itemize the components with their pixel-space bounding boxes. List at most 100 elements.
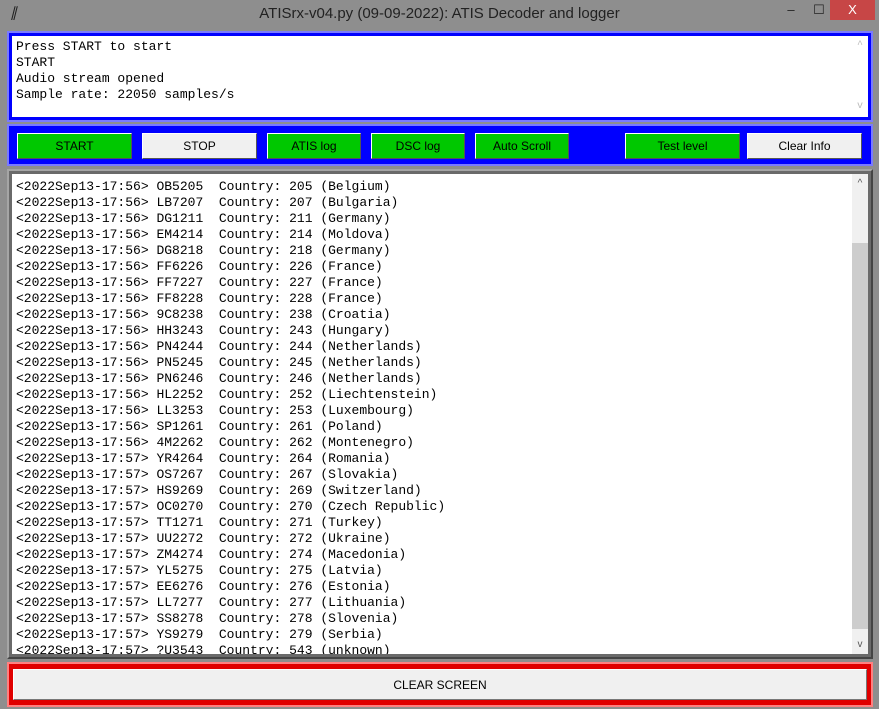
- log-row: <2022Sep13-17:57> YR4264 Country: 264 (R…: [16, 451, 852, 467]
- log-row: <2022Sep13-17:57> HS9269 Country: 269 (S…: [16, 483, 852, 499]
- log-station-id: FF6226: [156, 259, 204, 274]
- log-country-code: 246: [289, 371, 313, 386]
- log-row: <2022Sep13-17:57> UU2272 Country: 272 (U…: [16, 531, 852, 547]
- log-timestamp: <2022Sep13-17:57>: [16, 467, 149, 482]
- clear-info-button[interactable]: Clear Info: [747, 133, 862, 159]
- log-timestamp: <2022Sep13-17:57>: [16, 627, 149, 642]
- log-station-id: OB5205: [156, 179, 204, 194]
- log-country-name: (Lithuania): [320, 595, 407, 610]
- log-row: <2022Sep13-17:56> 9C8238 Country: 238 (C…: [16, 307, 852, 323]
- log-country-label: Country:: [218, 579, 282, 594]
- log-station-id: LB7207: [156, 195, 204, 210]
- log-country-code: 245: [289, 355, 313, 370]
- log-country-label: Country:: [218, 611, 282, 626]
- log-row: <2022Sep13-17:57> SS8278 Country: 278 (S…: [16, 611, 852, 627]
- log-country-name: (Romania): [320, 451, 391, 466]
- log-timestamp: <2022Sep13-17:56>: [16, 323, 149, 338]
- log-country-code: 264: [289, 451, 313, 466]
- info-panel: Press START to start START Audio stream op…: [7, 31, 873, 122]
- log-country-label: Country:: [218, 371, 282, 386]
- chevron-down-icon[interactable]: v: [852, 639, 868, 650]
- log-timestamp: <2022Sep13-17:56>: [16, 243, 149, 258]
- log-row: <2022Sep13-17:57> EE6276 Country: 276 (E…: [16, 579, 852, 595]
- test-level-button[interactable]: Test level: [625, 133, 740, 159]
- dsc-log-button[interactable]: DSC log: [371, 133, 465, 159]
- clear-screen-button[interactable]: CLEAR SCREEN: [13, 669, 867, 700]
- close-button[interactable]: X: [830, 0, 875, 20]
- log-station-id: LL3253: [156, 403, 204, 418]
- log-timestamp: <2022Sep13-17:56>: [16, 307, 149, 322]
- log-country-label: Country:: [218, 339, 282, 354]
- minimize-button[interactable]: ‒: [778, 0, 804, 20]
- log-country-label: Country:: [218, 259, 282, 274]
- log-station-id: OC0270: [156, 499, 204, 514]
- window-title: ATISrx-v04.py (09-09-2022): ATIS Decoder…: [259, 5, 620, 22]
- log-station-id: TT1271: [156, 515, 204, 530]
- log-country-label: Country:: [218, 323, 282, 338]
- log-country-code: 218: [289, 243, 313, 258]
- log-station-id: EE6276: [156, 579, 204, 594]
- log-station-id: LL7277: [156, 595, 204, 610]
- log-scrollbar[interactable]: ^ v: [852, 174, 868, 654]
- log-country-name: (Germany): [320, 211, 391, 226]
- log-country-label: Country:: [218, 403, 282, 418]
- log-timestamp: <2022Sep13-17:57>: [16, 499, 149, 514]
- log-station-id: OS7267: [156, 467, 204, 482]
- log-row: <2022Sep13-17:57> YL5275 Country: 275 (L…: [16, 563, 852, 579]
- log-country-code: 279: [289, 627, 313, 642]
- log-timestamp: <2022Sep13-17:56>: [16, 259, 149, 274]
- log-timestamp: <2022Sep13-17:56>: [16, 339, 149, 354]
- log-country-code: 227: [289, 275, 313, 290]
- info-line: START: [16, 55, 56, 70]
- log-station-id: EM4214: [156, 227, 204, 242]
- log-country-name: (Bulgaria): [320, 195, 399, 210]
- log-station-id: HL2252: [156, 387, 204, 402]
- log-country-name: (France): [320, 291, 383, 306]
- chevron-down-icon[interactable]: v: [852, 99, 868, 115]
- log-country-code: 277: [289, 595, 313, 610]
- log-timestamp: <2022Sep13-17:56>: [16, 291, 149, 306]
- log-row: <2022Sep13-17:56> DG1211 Country: 211 (G…: [16, 211, 852, 227]
- log-country-label: Country:: [218, 499, 282, 514]
- log-timestamp: <2022Sep13-17:57>: [16, 483, 149, 498]
- log-row: <2022Sep13-17:56> FF6226 Country: 226 (F…: [16, 259, 852, 275]
- log-station-id: PN5245: [156, 355, 204, 370]
- log-station-id: PN6246: [156, 371, 204, 386]
- log-country-name: (Turkey): [320, 515, 383, 530]
- start-button[interactable]: START: [17, 133, 132, 159]
- log-country-label: Country:: [218, 643, 282, 654]
- log-timestamp: <2022Sep13-17:57>: [16, 515, 149, 530]
- atis-log-button[interactable]: ATIS log: [267, 133, 361, 159]
- log-country-label: Country:: [218, 419, 282, 434]
- chevron-up-icon[interactable]: ^: [852, 38, 868, 54]
- log-timestamp: <2022Sep13-17:57>: [16, 547, 149, 562]
- log-timestamp: <2022Sep13-17:56>: [16, 195, 149, 210]
- log-station-id: PN4244: [156, 339, 204, 354]
- auto-scroll-button[interactable]: Auto Scroll: [475, 133, 569, 159]
- log-country-code: 238: [289, 307, 313, 322]
- log-country-label: Country:: [218, 595, 282, 610]
- log-timestamp: <2022Sep13-17:57>: [16, 531, 149, 546]
- log-row: <2022Sep13-17:57> ?U3543 Country: 543 (u…: [16, 643, 852, 654]
- log-station-id: 4M2262: [156, 435, 204, 450]
- log-country-code: 262: [289, 435, 313, 450]
- log-country-label: Country:: [218, 211, 282, 226]
- log-country-name: (Poland): [320, 419, 383, 434]
- log-text-area[interactable]: <2022Sep13-17:56> OB5205 Country: 205 (B…: [12, 174, 852, 654]
- log-country-code: 267: [289, 467, 313, 482]
- info-text-area[interactable]: Press START to start START Audio stream op…: [12, 36, 868, 117]
- chevron-up-icon[interactable]: ^: [852, 178, 868, 189]
- scrollbar-thumb[interactable]: [852, 243, 868, 629]
- log-country-code: 228: [289, 291, 313, 306]
- log-timestamp: <2022Sep13-17:57>: [16, 451, 149, 466]
- maximize-button[interactable]: ☐: [806, 0, 832, 20]
- log-country-name: (Netherlands): [320, 371, 422, 386]
- log-country-code: 276: [289, 579, 313, 594]
- info-scrollbar[interactable]: ^ v: [852, 36, 868, 117]
- log-station-id: DG8218: [156, 243, 204, 258]
- log-row: <2022Sep13-17:56> DG8218 Country: 218 (G…: [16, 243, 852, 259]
- log-country-name: (Latvia): [320, 563, 383, 578]
- log-country-name: (Macedonia): [320, 547, 407, 562]
- stop-button[interactable]: STOP: [142, 133, 257, 159]
- log-timestamp: <2022Sep13-17:57>: [16, 611, 149, 626]
